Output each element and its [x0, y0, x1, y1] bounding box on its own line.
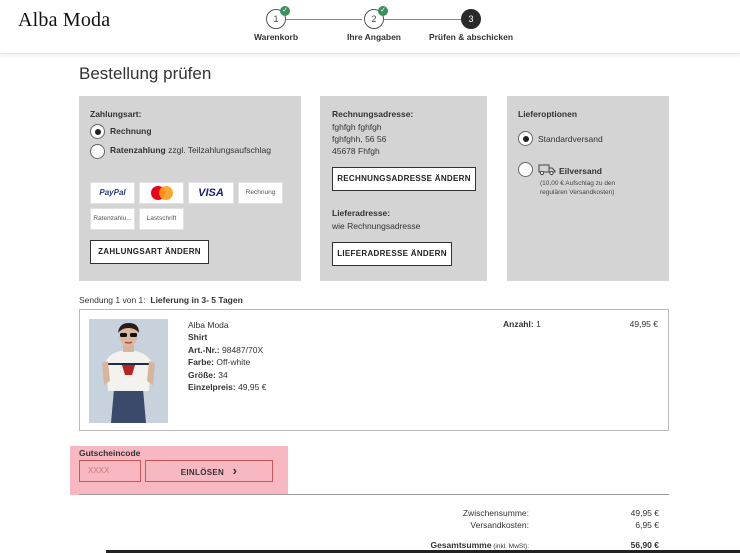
step-review-circle: 3 — [461, 9, 481, 29]
voucher-label: Gutscheincode — [79, 448, 141, 458]
chevron-right-icon: › — [232, 463, 238, 478]
visa-logo: VISA — [188, 182, 234, 204]
express-shipping-radio[interactable] — [518, 162, 533, 177]
delivery-truck-icon — [538, 164, 556, 176]
payment-title: Zahlungsart: — [90, 109, 142, 119]
express-shipping-note: (10,00 € Aufschlag zu den regulären Vers… — [540, 180, 616, 196]
progress-line-2 — [383, 19, 461, 20]
product-color: Farbe: Off-white — [188, 357, 251, 368]
site-header: Alba Moda 1 ✓ 2 ✓ 3 Warenkorb Ihre Angab… — [0, 0, 740, 54]
summary-divider — [79, 494, 669, 495]
delivery-options-panel: Lieferoptionen Standardversand Eilversan… — [507, 96, 669, 281]
ratenzahlung-logo: Ratenzahlu... — [90, 208, 135, 230]
payment-option-rechnung[interactable]: Rechnung — [110, 126, 152, 136]
total-label: Gesamtsumme (inkl. MwSt): — [430, 540, 529, 550]
paypal-logo: PayPal — [90, 182, 135, 204]
payment-radio-rechnung[interactable] — [90, 124, 105, 139]
progress-line-1 — [286, 19, 362, 20]
voucher-input[interactable]: XXXX — [79, 460, 141, 482]
product-art-number: Art.-Nr.: 98487/70X — [188, 344, 264, 355]
product-quantity: Anzahl: 1 — [503, 319, 541, 329]
step-review-label: Prüfen & abschicken — [428, 32, 514, 42]
lastschrift-logo: Lastschrift — [139, 208, 184, 230]
change-payment-button[interactable]: ZAHLUNGSART ÄNDERN — [90, 240, 209, 264]
model-figure — [89, 319, 168, 423]
rechnung-logo: Rechnung — [238, 182, 283, 204]
checkmark-icon: ✓ — [378, 6, 388, 16]
delivery-options-title: Lieferoptionen — [518, 109, 578, 119]
product-row: Alba Moda Shirt Art.-Nr.: 98487/70X Farb… — [79, 309, 669, 431]
address-panel: Rechnungsadresse: fghfgh fghfgh fghfghh,… — [320, 96, 487, 281]
express-shipping-label[interactable]: Eilversand — [559, 166, 602, 176]
billing-address: fghfgh fghfgh fghfghh, 56 56 45678 Fhfgh — [332, 122, 387, 156]
step-details-label[interactable]: Ihre Angaben — [347, 32, 401, 42]
voucher-section: Gutscheincode XXXX EINLÖSEN › — [70, 446, 288, 495]
brand-logo[interactable]: Alba Moda — [18, 9, 110, 32]
standard-shipping-label[interactable]: Standardversand — [538, 134, 603, 144]
checkmark-icon: ✓ — [280, 6, 290, 16]
product-unit-price: Einzelpreis: 49,95 € — [188, 382, 267, 393]
change-billing-button[interactable]: RECHNUNGSADRESSE ÄNDERN — [332, 167, 476, 191]
page-title: Bestellung prüfen — [79, 64, 212, 83]
mastercard-icon — [150, 186, 173, 200]
step-cart-label[interactable]: Warenkorb — [254, 32, 298, 42]
shipment-info: Sendung 1 von 1: Lieferung in 3- 5 Tagen — [79, 295, 243, 305]
payment-radio-ratenzahlung[interactable] — [90, 144, 105, 159]
shipping-cost-value: 6,95 € — [635, 520, 659, 530]
redeem-voucher-button[interactable]: EINLÖSEN › — [145, 460, 273, 482]
mastercard-logo — [139, 182, 184, 204]
product-name[interactable]: Shirt — [188, 331, 266, 343]
product-image[interactable] — [89, 319, 168, 423]
product-size: Größe: 34 — [188, 369, 228, 380]
step-cart-circle[interactable]: 1 ✓ — [266, 6, 290, 29]
delivery-title: Lieferadresse: — [332, 208, 391, 218]
delivery-address: wie Rechnungsadresse — [332, 221, 421, 231]
subtotal-value: 49,95 € — [630, 508, 659, 518]
product-brand: Alba Moda — [188, 320, 229, 330]
total-value: 56,90 € — [630, 540, 659, 550]
payment-panel: Zahlungsart: Rechnung Ratenzahlung zzgl.… — [79, 96, 301, 281]
billing-title: Rechnungsadresse: — [332, 109, 414, 119]
shipping-cost-label: Versandkosten: — [470, 520, 529, 530]
payment-option-ratenzahlung[interactable]: Ratenzahlung zzgl. Teilzahlungsaufschlag — [110, 145, 271, 155]
subtotal-label: Zwischensumme: — [462, 508, 529, 518]
product-price: 49,95 € — [629, 319, 658, 329]
product-details: Alba Moda Shirt Art.-Nr.: 98487/70X Farb… — [188, 319, 266, 393]
step-details-circle[interactable]: 2 ✓ — [364, 6, 388, 29]
standard-shipping-radio[interactable] — [518, 131, 533, 146]
change-delivery-button[interactable]: LIEFERADRESSE ÄNDERN — [332, 242, 452, 266]
